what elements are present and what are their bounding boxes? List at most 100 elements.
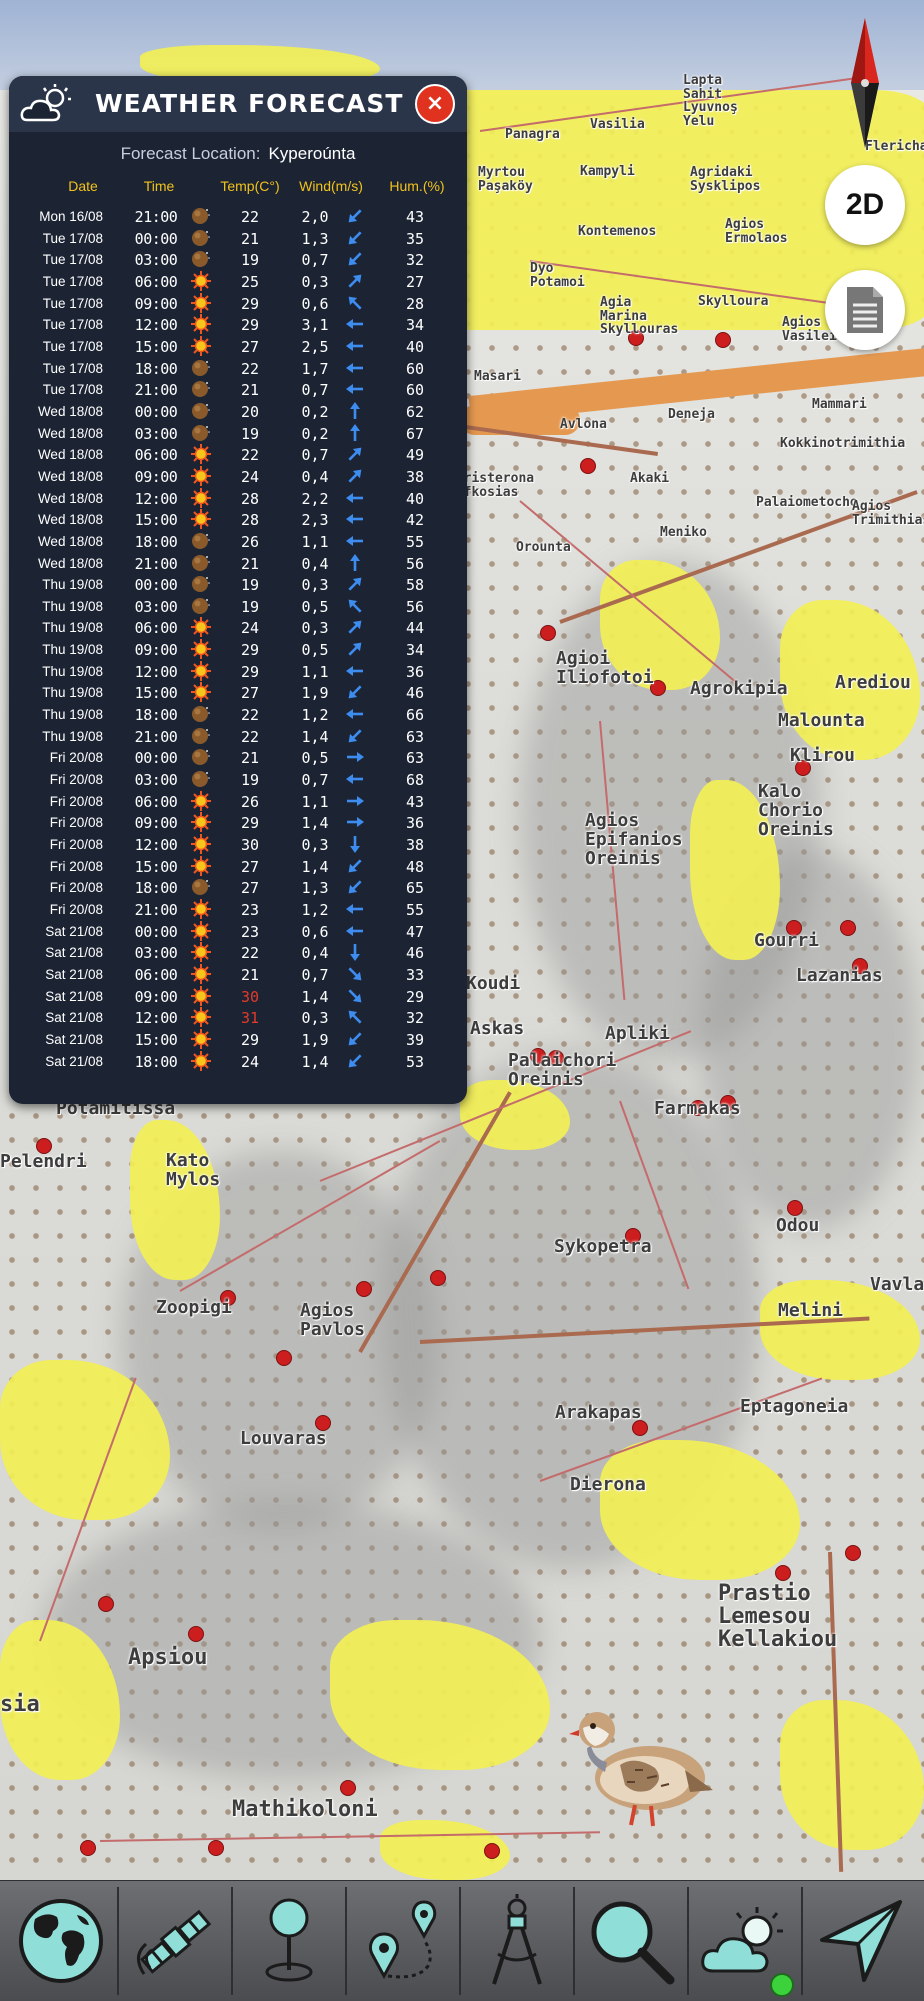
forecast-date: Tue 17/08 bbox=[42, 273, 103, 289]
forecast-row: Fri 20/08 21:00 23 1,2 55 bbox=[9, 899, 467, 921]
forecast-humidity: 28 bbox=[405, 294, 425, 313]
forecast-wind-speed: 0,4 bbox=[301, 554, 329, 573]
forecast-time: 00:00 bbox=[134, 922, 178, 941]
pin-button[interactable] bbox=[233, 1881, 345, 2001]
map-place-label: Myrtou Paşaköy bbox=[478, 165, 533, 194]
forecast-temp: 27 bbox=[240, 857, 260, 876]
forecast-date: Tue 17/08 bbox=[42, 360, 103, 376]
satellite-button[interactable] bbox=[119, 1881, 231, 2001]
document-button[interactable] bbox=[825, 270, 905, 350]
forecast-time: 12:00 bbox=[134, 836, 178, 855]
map-place-label: Kontemenos bbox=[578, 224, 657, 239]
document-icon bbox=[847, 287, 883, 333]
map-place-label: Arediou bbox=[835, 672, 911, 693]
forecast-time: 09:00 bbox=[134, 294, 178, 313]
map-place-label: Agrokipia bbox=[690, 678, 788, 699]
forecast-wind-speed: 1,3 bbox=[301, 879, 329, 898]
forecast-wind-speed: 2,2 bbox=[301, 489, 329, 508]
forecast-wind-speed: 0,3 bbox=[301, 619, 329, 638]
forecast-temp: 23 bbox=[240, 922, 260, 941]
moon-icon bbox=[190, 228, 212, 248]
sun-icon bbox=[190, 834, 212, 855]
forecast-location-value: Kyperoúnta bbox=[268, 144, 356, 163]
navigate-button[interactable] bbox=[803, 1881, 915, 2001]
route-icon bbox=[369, 1900, 437, 1980]
toggle-2d-button[interactable]: 2D bbox=[825, 165, 905, 245]
forecast-date: Sat 21/08 bbox=[45, 1010, 103, 1026]
globe-icon bbox=[19, 1899, 103, 1983]
map-place-label: Palaiometocho bbox=[756, 495, 858, 510]
map-place-label: Agios Trimithias bbox=[852, 499, 924, 528]
forecast-time: 21:00 bbox=[134, 554, 178, 573]
forecast-time: 12:00 bbox=[134, 316, 178, 335]
measure-button[interactable] bbox=[461, 1881, 573, 2001]
forecast-temp: 28 bbox=[240, 489, 260, 508]
forecast-row: Tue 17/08 18:00 22 1,7 60 bbox=[9, 358, 467, 380]
header-date: Date bbox=[68, 178, 98, 194]
search-button[interactable] bbox=[575, 1881, 687, 2001]
close-panel-button[interactable]: × bbox=[415, 84, 455, 124]
forecast-row: Sat 21/08 06:00 21 0,7 33 bbox=[9, 963, 467, 986]
forecast-temp: 26 bbox=[240, 532, 260, 551]
map-place-label: Zoopigi bbox=[156, 1297, 232, 1318]
wind-direction-arrow-icon bbox=[343, 834, 367, 854]
moon-icon bbox=[190, 249, 212, 269]
forecast-temp: 28 bbox=[240, 511, 260, 530]
header-time: Time bbox=[143, 178, 175, 194]
moon-icon bbox=[190, 747, 212, 767]
map-place-label: Prastio Lemesou Kellakiou bbox=[718, 1581, 838, 1653]
forecast-temp: 29 bbox=[240, 316, 260, 335]
forecast-row: Wed 18/08 06:00 22 0,7 49 bbox=[9, 444, 467, 466]
forecast-time: 15:00 bbox=[134, 1030, 178, 1049]
forecast-temp: 22 bbox=[240, 727, 260, 746]
forecast-date: Thu 19/08 bbox=[42, 620, 103, 636]
forecast-wind-speed: 1,4 bbox=[301, 1052, 329, 1071]
wind-direction-arrow-icon bbox=[343, 661, 367, 681]
wind-direction-arrow-icon bbox=[343, 791, 367, 811]
map-place-label: Kampyli bbox=[580, 164, 635, 179]
partridge-marker-icon[interactable] bbox=[565, 1700, 715, 1830]
wind-direction-arrow-icon bbox=[343, 769, 367, 789]
moon-icon bbox=[190, 358, 212, 378]
weather-cloud-sun-icon bbox=[20, 84, 71, 122]
forecast-row: Fri 20/08 12:00 30 0,3 38 bbox=[9, 834, 467, 856]
forecast-time: 21:00 bbox=[134, 727, 178, 746]
forecast-date: Wed 18/08 bbox=[37, 468, 103, 484]
map-place-label: Deneja bbox=[668, 407, 715, 422]
wind-direction-arrow-icon bbox=[343, 921, 367, 941]
route-button[interactable] bbox=[347, 1881, 459, 2001]
globe-button[interactable] bbox=[5, 1881, 117, 2001]
forecast-wind-speed: 0,3 bbox=[301, 576, 329, 595]
map-place-label: Louvaras bbox=[240, 1428, 327, 1449]
forecast-row: Fri 20/08 00:00 21 0,5 63 bbox=[9, 747, 467, 769]
forecast-time: 03:00 bbox=[134, 944, 178, 963]
forecast-date: Mon 16/08 bbox=[39, 209, 103, 224]
forecast-humidity: 55 bbox=[405, 532, 425, 551]
forecast-humidity: 32 bbox=[405, 1009, 425, 1028]
sun-icon bbox=[190, 942, 212, 963]
forecast-row: Tue 17/08 12:00 29 3,1 34 bbox=[9, 314, 467, 336]
forecast-row: Sat 21/08 00:00 23 0,6 47 bbox=[9, 920, 467, 943]
forecast-row: Thu 19/08 09:00 29 0,5 34 bbox=[9, 639, 467, 661]
forecast-humidity: 35 bbox=[405, 229, 425, 248]
forecast-humidity: 67 bbox=[405, 424, 425, 443]
forecast-date: Fri 20/08 bbox=[49, 880, 103, 896]
forecast-humidity: 43 bbox=[405, 792, 425, 811]
forecast-row: Tue 17/08 09:00 29 0,6 28 bbox=[9, 292, 467, 315]
forecast-humidity: 62 bbox=[405, 402, 425, 421]
forecast-humidity: 40 bbox=[405, 337, 425, 356]
map-place-label: Mammari bbox=[812, 397, 867, 412]
forecast-humidity: 40 bbox=[405, 489, 425, 508]
forecast-temp: 30 bbox=[240, 987, 260, 1006]
forecast-wind-speed: 0,6 bbox=[301, 922, 329, 941]
wind-direction-arrow-icon bbox=[343, 682, 367, 702]
compass-icon[interactable] bbox=[845, 18, 885, 148]
forecast-wind-speed: 1,1 bbox=[301, 662, 329, 681]
sun-icon bbox=[190, 920, 212, 941]
forecast-temp: 19 bbox=[240, 597, 260, 616]
forecast-time: 18:00 bbox=[134, 706, 178, 725]
forecast-wind-speed: 2,3 bbox=[301, 511, 329, 530]
wind-direction-arrow-icon bbox=[343, 1007, 367, 1027]
forecast-temp: 27 bbox=[240, 684, 260, 703]
wind-direction-arrow-icon bbox=[343, 249, 367, 269]
